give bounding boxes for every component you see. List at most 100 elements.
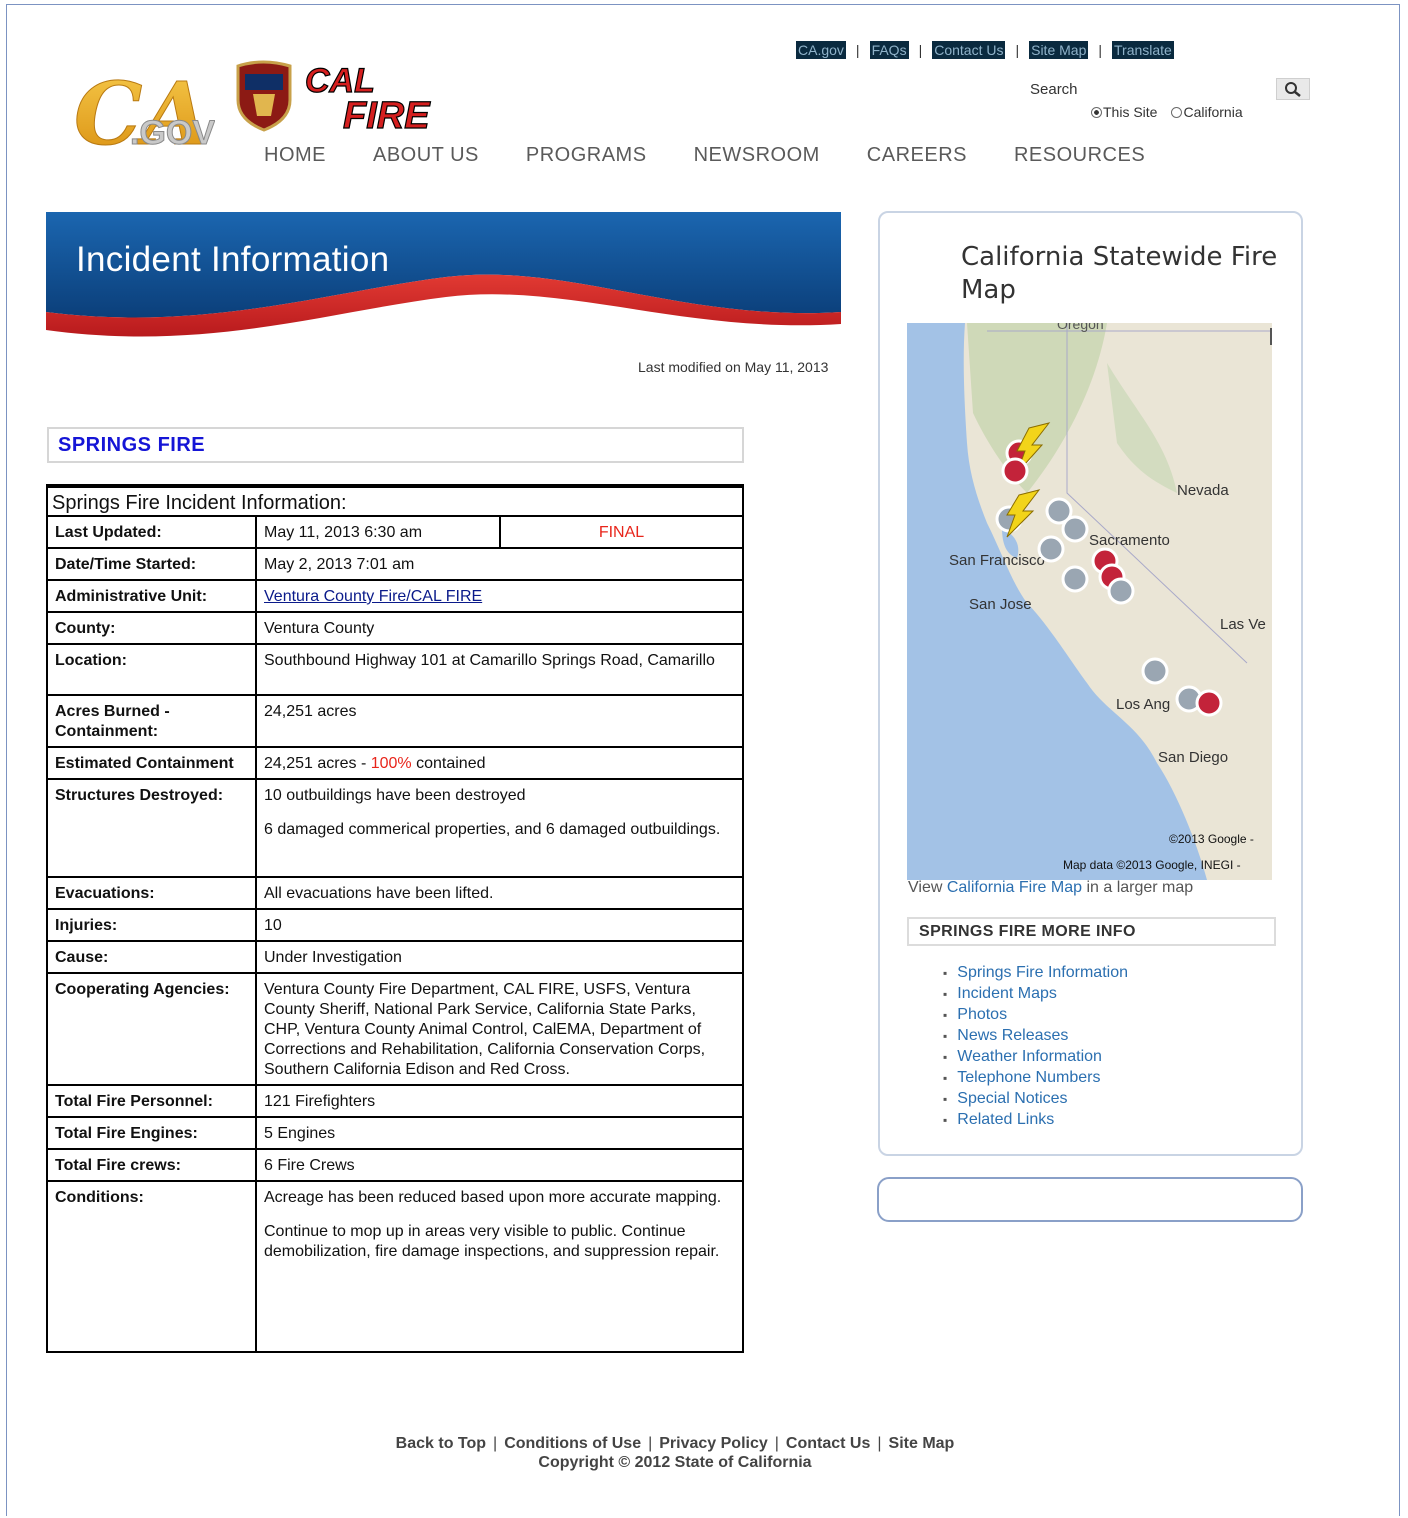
evacuations-value: All evacuations have been lifted. xyxy=(255,876,744,910)
nav-careers[interactable]: CAREERS xyxy=(867,144,967,167)
map-label-las-vegas: Las Ve xyxy=(1220,616,1266,633)
fire-marker-icon[interactable] xyxy=(1107,577,1135,605)
containment-value: 24,251 acres - 100% contained xyxy=(255,746,744,780)
row-label: County: xyxy=(46,611,257,645)
last-modified: Last modified on May 11, 2013 xyxy=(638,359,829,375)
scope-this-site[interactable]: This Site xyxy=(1091,104,1157,120)
svg-text:.GOV: .GOV xyxy=(130,114,215,152)
map-data-credit: Map data ©2013 Google, INEGI - xyxy=(1063,858,1241,872)
fire-marker-icon[interactable] xyxy=(1001,457,1029,485)
bullet-icon: ▪ xyxy=(943,966,948,980)
map-title: California Statewide Fire Map xyxy=(961,242,1278,305)
search-button[interactable] xyxy=(1276,78,1310,100)
utility-link-contact-us[interactable]: Contact Us xyxy=(932,41,1006,59)
ca-gov-logo[interactable]: CA .GOV xyxy=(70,54,216,161)
map-label-oregon: Oregon xyxy=(1057,323,1104,332)
last-updated-value: May 11, 2013 6:30 am xyxy=(255,515,501,549)
admin-unit-link[interactable]: Ventura County Fire/CAL FIRE xyxy=(264,588,482,605)
view-larger-map: View California Fire Map in a larger map xyxy=(908,879,1193,897)
fire-name-box: SPRINGS FIRE xyxy=(47,427,744,463)
fire-map[interactable]: Oregon Nevada Sacramento San Francisco S… xyxy=(907,323,1272,880)
list-item: ▪ News Releases xyxy=(943,1025,1128,1046)
bullet-icon: ▪ xyxy=(943,1071,948,1085)
footer-conditions-of-use[interactable]: Conditions of Use xyxy=(504,1435,641,1452)
map-label-los-angeles: Los Ang xyxy=(1116,696,1170,713)
date-started-value: May 2, 2013 7:01 am xyxy=(255,547,744,581)
utility-nav: CA.gov | FAQs | Contact Us | Site Map | … xyxy=(796,41,1174,59)
search-label: Search xyxy=(1030,81,1078,98)
injuries-value: 10 xyxy=(255,908,744,942)
location-value: Southbound Highway 101 at Camarillo Spri… xyxy=(255,643,744,696)
table-row: Total Fire Personnel: 121 Firefighters xyxy=(46,1084,744,1118)
footer-contact-us[interactable]: Contact Us xyxy=(786,1435,870,1452)
more-link[interactable]: Telephone Numbers xyxy=(957,1069,1100,1086)
utility-link-faqs[interactable]: FAQs xyxy=(869,41,909,59)
table-row: Acres Burned - Containment: 24,251 acres xyxy=(46,694,744,748)
utility-link-ca-gov[interactable]: CA.gov xyxy=(796,41,846,59)
more-link[interactable]: Incident Maps xyxy=(957,985,1057,1002)
more-link[interactable]: Special Notices xyxy=(957,1090,1067,1107)
row-label: Total Fire crews: xyxy=(46,1148,257,1182)
more-link[interactable]: Weather Information xyxy=(957,1048,1102,1065)
crews-value: 6 Fire Crews xyxy=(255,1148,744,1182)
table-row: Evacuations: All evacuations have been l… xyxy=(46,876,744,910)
list-item: ▪ Weather Information xyxy=(943,1046,1128,1067)
nav-programs[interactable]: PROGRAMS xyxy=(526,144,647,167)
table-row: County: Ventura County xyxy=(46,611,744,645)
bullet-icon: ▪ xyxy=(943,987,948,1001)
more-link[interactable]: Related Links xyxy=(957,1111,1054,1128)
footer-privacy-policy[interactable]: Privacy Policy xyxy=(659,1435,768,1452)
incident-banner xyxy=(46,212,841,352)
fire-marker-icon[interactable] xyxy=(1061,515,1089,543)
fire-marker-icon[interactable] xyxy=(1195,689,1223,717)
row-label: Acres Burned - Containment: xyxy=(46,694,257,748)
bullet-icon: ▪ xyxy=(943,1113,948,1127)
containment-acres: 24,251 acres - xyxy=(264,755,371,772)
cal-fire-logo[interactable]: CAL FIRE xyxy=(235,60,450,132)
more-info-list: ▪ Springs Fire Information ▪ Incident Maps… xyxy=(943,962,1128,1130)
nav-home[interactable]: HOME xyxy=(264,144,326,167)
table-row: Total Fire Engines: 5 Engines xyxy=(46,1116,744,1150)
footer: Back to Top | Conditions of Use | Privacy Po… xyxy=(0,1435,1350,1472)
nav-resources[interactable]: RESOURCES xyxy=(1014,144,1145,167)
table-row: Administrative Unit: Ventura County Fire… xyxy=(46,579,744,613)
row-label: Last Updated: xyxy=(46,515,257,549)
row-label: Location: xyxy=(46,643,257,696)
more-link[interactable]: Photos xyxy=(957,1006,1007,1023)
nav-newsroom[interactable]: NEWSROOM xyxy=(694,144,820,167)
utility-link-translate[interactable]: Translate xyxy=(1112,41,1174,59)
bullet-icon: ▪ xyxy=(943,1050,948,1064)
nav-about-us[interactable]: ABOUT US xyxy=(373,144,479,167)
footer-links: Back to Top | Conditions of Use | Privacy Po… xyxy=(0,1435,1350,1453)
scope-california[interactable]: California xyxy=(1171,104,1243,120)
more-link[interactable]: News Releases xyxy=(957,1027,1068,1044)
table-row: Cooperating Agencies: Ventura County Fir… xyxy=(46,972,744,1086)
separator: | xyxy=(1015,42,1020,58)
california-fire-map-link[interactable]: California Fire Map xyxy=(947,879,1082,896)
table-row: Total Fire crews: 6 Fire Crews xyxy=(46,1148,744,1182)
structures-text: 10 outbuildings have been destroyed xyxy=(264,787,526,804)
fire-marker-icon[interactable] xyxy=(1061,565,1089,593)
separator: | xyxy=(648,1435,653,1452)
footer-site-map[interactable]: Site Map xyxy=(889,1435,955,1452)
separator: | xyxy=(877,1435,882,1452)
row-label: Injuries: xyxy=(46,908,257,942)
containment-percent: 100% xyxy=(370,755,412,772)
fire-marker-icon[interactable] xyxy=(1037,535,1065,563)
footer-back-to-top[interactable]: Back to Top xyxy=(396,1435,486,1452)
personnel-value: 121 Firefighters xyxy=(255,1084,744,1118)
structures-text: 6 damaged commerical properties, and 6 d… xyxy=(264,821,721,838)
row-label: Cause: xyxy=(46,940,257,974)
row-label: Total Fire Personnel: xyxy=(46,1084,257,1118)
more-link[interactable]: Springs Fire Information xyxy=(957,964,1128,981)
incident-info-table: Springs Fire Incident Information: Last … xyxy=(46,484,744,1353)
svg-text:FIRE: FIRE xyxy=(343,95,431,132)
sidebar-empty-box xyxy=(877,1177,1303,1222)
utility-link-site-map[interactable]: Site Map xyxy=(1029,41,1089,59)
fire-marker-icon[interactable] xyxy=(1141,657,1169,685)
containment-suffix: contained xyxy=(411,755,486,772)
table-caption-row: Springs Fire Incident Information: xyxy=(46,485,744,517)
row-label: Evacuations: xyxy=(46,876,257,910)
copyright: Copyright © 2012 State of California xyxy=(538,1454,812,1471)
list-item: ▪ Photos xyxy=(943,1004,1128,1025)
